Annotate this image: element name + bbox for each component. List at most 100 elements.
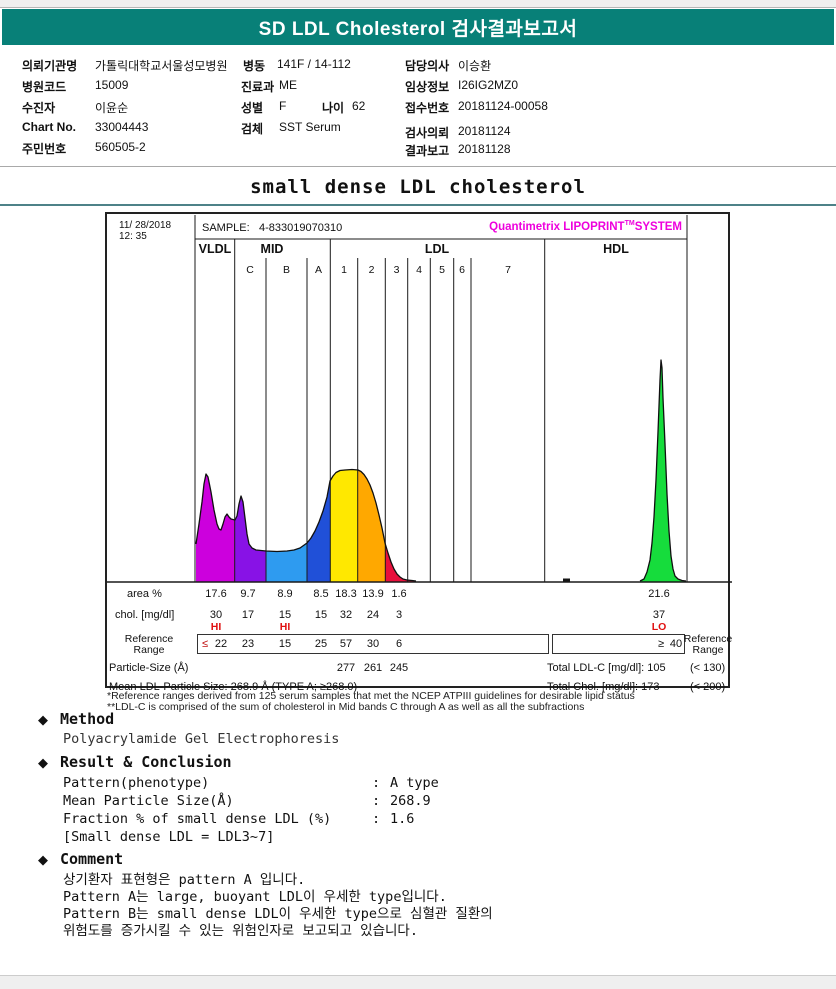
result-heading: Result & Conclusion (60, 753, 232, 771)
field-label: 진료과 (241, 80, 275, 94)
result-item-name: Fraction % of small dense LDL (%) (63, 811, 332, 827)
area-value: 17.6 (205, 588, 227, 600)
field-label: 나이 (322, 101, 345, 115)
field-value: 20181124 (458, 124, 511, 138)
ref-value: 30 (366, 638, 380, 650)
field-value: 20181128 (458, 142, 511, 156)
band-mid: MID (260, 242, 284, 256)
subband-label: B (282, 264, 291, 276)
diamond-bullet-icon: ◆ (38, 712, 48, 727)
band-ldl: LDL (424, 242, 450, 256)
chol-value: 15 (314, 609, 328, 621)
ref-value-hdl: 40 (669, 638, 683, 650)
field-value: 15009 (95, 78, 129, 92)
chol-value: 30 (209, 609, 223, 621)
field-value: SST Serum (279, 120, 341, 134)
subband-label: 3 (393, 264, 400, 276)
field-label: 수진자 (22, 101, 56, 115)
sample-value: 4-833019070310 (259, 222, 343, 234)
brand-prefix: Quantimetrix LIPOPRINT (489, 220, 625, 233)
colon: : (372, 775, 381, 791)
area-value: 8.5 (313, 588, 329, 600)
subband-label: 7 (505, 264, 511, 276)
area-value: 1.6 (391, 588, 407, 600)
subband-label: 4 (416, 264, 422, 276)
result-item-value: 1.6 (390, 811, 415, 827)
result-item-value: 268.9 (390, 793, 431, 809)
run-date: 11/ 28/2018 (119, 220, 172, 231)
footnote-2: **LDL-C is comprised of the sum of chole… (107, 701, 585, 713)
area-value: 9.7 (240, 588, 256, 600)
report-title-bar: SD LDL Cholesterol 검사결과보고서 (2, 9, 834, 45)
lipoprint-chart: 11/ 28/2018 12: 35 SAMPLE: 4-83301907031… (105, 212, 732, 693)
field-label: 의뢰기관명 (22, 59, 78, 73)
result-item-value: A type (390, 775, 439, 791)
field-label: 병동 (243, 59, 266, 73)
ref-value: 23 (241, 638, 255, 650)
subband-label: 1 (341, 264, 347, 276)
subband-label: 5 (439, 264, 445, 276)
field-value: 141F / 14-112 (277, 57, 351, 71)
row-label-particle: Particle-Size (Å) (109, 662, 189, 674)
field-value: 62 (352, 99, 366, 113)
chol-value: 17 (241, 609, 255, 621)
flag-lo: LO (651, 621, 667, 633)
le-symbol: ≤ (201, 638, 209, 650)
field-label: 검체 (241, 122, 264, 136)
ref-value: 25 (314, 638, 328, 650)
ge-symbol: ≥ (657, 638, 665, 650)
total-chol-ref: (< 200) (690, 681, 726, 693)
run-time: 12: 35 (119, 231, 147, 242)
field-label: 접수번호 (405, 101, 450, 115)
comment-line: 위험도를 증가시킬 수 있는 위험인자로 보고되고 있습니다. (63, 923, 418, 939)
area-value: 13.9 (362, 588, 384, 600)
area-value: 21.6 (648, 588, 670, 600)
result-item-name: Mean Particle Size(Å) (63, 793, 234, 809)
diamond-bullet-icon: ◆ (38, 755, 48, 770)
top-strip (0, 0, 836, 8)
chol-value: 3 (395, 609, 403, 621)
chol-value: 24 (366, 609, 380, 621)
ref-value: 22 (214, 638, 228, 650)
field-value: 이승환 (458, 59, 492, 73)
subband-label: C (246, 264, 254, 276)
chol-value: 15 (278, 609, 292, 621)
brand-logo: Quantimetrix LIPOPRINTTMSYSTEM (489, 220, 682, 233)
result-item-name: Pattern(phenotype) (63, 775, 210, 791)
ref-value: 15 (278, 638, 292, 650)
section-title: small dense LDL cholesterol (250, 176, 586, 198)
separator-line (0, 166, 836, 167)
area-value: 8.9 (277, 588, 293, 600)
field-label: Chart No. (22, 120, 76, 134)
field-value: 가톨릭대학교서울성모병원 (95, 59, 228, 73)
particle-value: 245 (389, 662, 409, 674)
chol-value: 32 (339, 609, 353, 621)
field-value: ME (279, 78, 297, 92)
ref-range-label-right: Range (692, 644, 724, 656)
teal-rule (0, 204, 836, 206)
flag-hi: HI (210, 621, 222, 633)
comment-heading: Comment (60, 850, 124, 868)
colon: : (372, 793, 381, 809)
row-label-area: area % (127, 588, 162, 600)
ref-value: 57 (339, 638, 353, 650)
subband-label: A (314, 264, 323, 276)
subband-label: 2 (368, 264, 375, 276)
page-title: SD LDL Cholesterol 검사결과보고서 (258, 18, 578, 40)
field-label: 성별 (241, 101, 264, 115)
field-value: I26IG2MZ0 (458, 78, 519, 92)
field-value: 이윤순 (95, 101, 129, 115)
row-label-chol: chol. [mg/dl] (115, 609, 175, 621)
diamond-bullet-icon: ◆ (38, 852, 48, 867)
total-ldl-c-ref: (< 130) (690, 662, 726, 674)
flag-hi: HI (279, 621, 291, 633)
field-label: 주민번호 (22, 142, 67, 156)
subband-label: 6 (459, 264, 465, 276)
report-page: SD LDL Cholesterol 검사결과보고서 의뢰기관명 가톨릭대학교서… (0, 0, 836, 989)
field-label: 담당의사 (405, 59, 450, 73)
field-value: 20181124-00058 (458, 99, 548, 113)
field-value: F (279, 99, 287, 113)
method-heading: Method (60, 710, 115, 728)
field-label: 임상정보 (405, 80, 450, 94)
particle-value: 261 (363, 662, 383, 674)
